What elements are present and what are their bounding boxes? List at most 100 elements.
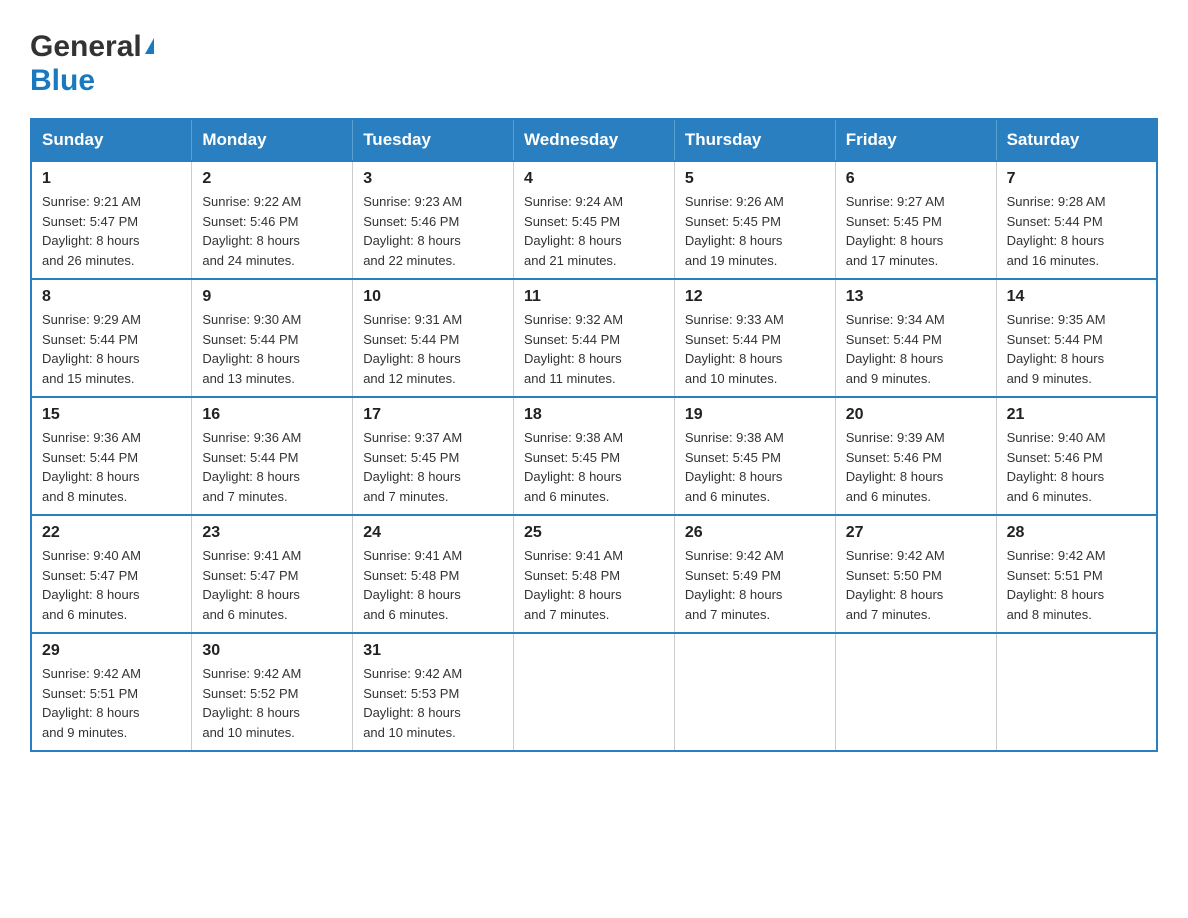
day-info: Sunrise: 9:40 AMSunset: 5:46 PMDaylight:… [1007, 430, 1106, 504]
day-info: Sunrise: 9:42 AMSunset: 5:50 PMDaylight:… [846, 548, 945, 622]
calendar-cell [514, 633, 675, 751]
calendar-cell: 28 Sunrise: 9:42 AMSunset: 5:51 PMDaylig… [996, 515, 1157, 633]
calendar-cell: 17 Sunrise: 9:37 AMSunset: 5:45 PMDaylig… [353, 397, 514, 515]
weekday-header-friday: Friday [835, 119, 996, 161]
day-number: 14 [1007, 288, 1146, 306]
day-info: Sunrise: 9:27 AMSunset: 5:45 PMDaylight:… [846, 194, 945, 268]
weekday-header-thursday: Thursday [674, 119, 835, 161]
day-info: Sunrise: 9:40 AMSunset: 5:47 PMDaylight:… [42, 548, 141, 622]
logo-general-text: General [30, 30, 142, 64]
calendar-cell: 20 Sunrise: 9:39 AMSunset: 5:46 PMDaylig… [835, 397, 996, 515]
calendar-cell: 4 Sunrise: 9:24 AMSunset: 5:45 PMDayligh… [514, 161, 675, 279]
calendar-cell: 22 Sunrise: 9:40 AMSunset: 5:47 PMDaylig… [31, 515, 192, 633]
day-number: 27 [846, 524, 986, 542]
day-number: 29 [42, 642, 181, 660]
calendar-week-row: 29 Sunrise: 9:42 AMSunset: 5:51 PMDaylig… [31, 633, 1157, 751]
calendar-cell: 7 Sunrise: 9:28 AMSunset: 5:44 PMDayligh… [996, 161, 1157, 279]
calendar-week-row: 22 Sunrise: 9:40 AMSunset: 5:47 PMDaylig… [31, 515, 1157, 633]
day-number: 15 [42, 406, 181, 424]
calendar-cell [996, 633, 1157, 751]
day-number: 10 [363, 288, 503, 306]
day-info: Sunrise: 9:42 AMSunset: 5:53 PMDaylight:… [363, 666, 462, 740]
calendar-cell: 26 Sunrise: 9:42 AMSunset: 5:49 PMDaylig… [674, 515, 835, 633]
logo: General Blue [30, 30, 154, 98]
day-info: Sunrise: 9:24 AMSunset: 5:45 PMDaylight:… [524, 194, 623, 268]
day-number: 11 [524, 288, 664, 306]
calendar-cell: 27 Sunrise: 9:42 AMSunset: 5:50 PMDaylig… [835, 515, 996, 633]
calendar-cell: 16 Sunrise: 9:36 AMSunset: 5:44 PMDaylig… [192, 397, 353, 515]
day-info: Sunrise: 9:26 AMSunset: 5:45 PMDaylight:… [685, 194, 784, 268]
day-number: 16 [202, 406, 342, 424]
day-info: Sunrise: 9:32 AMSunset: 5:44 PMDaylight:… [524, 312, 623, 386]
day-info: Sunrise: 9:39 AMSunset: 5:46 PMDaylight:… [846, 430, 945, 504]
day-info: Sunrise: 9:31 AMSunset: 5:44 PMDaylight:… [363, 312, 462, 386]
weekday-header-tuesday: Tuesday [353, 119, 514, 161]
day-number: 4 [524, 170, 664, 188]
calendar-cell: 29 Sunrise: 9:42 AMSunset: 5:51 PMDaylig… [31, 633, 192, 751]
calendar-cell: 11 Sunrise: 9:32 AMSunset: 5:44 PMDaylig… [514, 279, 675, 397]
day-number: 9 [202, 288, 342, 306]
day-info: Sunrise: 9:34 AMSunset: 5:44 PMDaylight:… [846, 312, 945, 386]
day-info: Sunrise: 9:28 AMSunset: 5:44 PMDaylight:… [1007, 194, 1106, 268]
logo-blue-text: Blue [30, 64, 95, 97]
day-info: Sunrise: 9:42 AMSunset: 5:51 PMDaylight:… [42, 666, 141, 740]
calendar-cell [674, 633, 835, 751]
calendar-week-row: 8 Sunrise: 9:29 AMSunset: 5:44 PMDayligh… [31, 279, 1157, 397]
day-number: 21 [1007, 406, 1146, 424]
day-number: 20 [846, 406, 986, 424]
calendar-cell: 14 Sunrise: 9:35 AMSunset: 5:44 PMDaylig… [996, 279, 1157, 397]
weekday-header-saturday: Saturday [996, 119, 1157, 161]
day-number: 25 [524, 524, 664, 542]
weekday-header-sunday: Sunday [31, 119, 192, 161]
calendar-cell: 8 Sunrise: 9:29 AMSunset: 5:44 PMDayligh… [31, 279, 192, 397]
calendar-cell: 18 Sunrise: 9:38 AMSunset: 5:45 PMDaylig… [514, 397, 675, 515]
calendar-table: SundayMondayTuesdayWednesdayThursdayFrid… [30, 118, 1158, 752]
day-number: 17 [363, 406, 503, 424]
day-info: Sunrise: 9:30 AMSunset: 5:44 PMDaylight:… [202, 312, 301, 386]
day-info: Sunrise: 9:23 AMSunset: 5:46 PMDaylight:… [363, 194, 462, 268]
calendar-cell: 25 Sunrise: 9:41 AMSunset: 5:48 PMDaylig… [514, 515, 675, 633]
calendar-cell: 3 Sunrise: 9:23 AMSunset: 5:46 PMDayligh… [353, 161, 514, 279]
day-info: Sunrise: 9:29 AMSunset: 5:44 PMDaylight:… [42, 312, 141, 386]
day-info: Sunrise: 9:42 AMSunset: 5:49 PMDaylight:… [685, 548, 784, 622]
calendar-cell: 13 Sunrise: 9:34 AMSunset: 5:44 PMDaylig… [835, 279, 996, 397]
day-number: 3 [363, 170, 503, 188]
day-info: Sunrise: 9:35 AMSunset: 5:44 PMDaylight:… [1007, 312, 1106, 386]
day-number: 31 [363, 642, 503, 660]
day-info: Sunrise: 9:33 AMSunset: 5:44 PMDaylight:… [685, 312, 784, 386]
day-info: Sunrise: 9:38 AMSunset: 5:45 PMDaylight:… [685, 430, 784, 504]
day-number: 1 [42, 170, 181, 188]
day-info: Sunrise: 9:21 AMSunset: 5:47 PMDaylight:… [42, 194, 141, 268]
calendar-cell: 24 Sunrise: 9:41 AMSunset: 5:48 PMDaylig… [353, 515, 514, 633]
logo-triangle-icon [145, 38, 154, 54]
day-info: Sunrise: 9:41 AMSunset: 5:48 PMDaylight:… [363, 548, 462, 622]
day-info: Sunrise: 9:37 AMSunset: 5:45 PMDaylight:… [363, 430, 462, 504]
calendar-cell: 1 Sunrise: 9:21 AMSunset: 5:47 PMDayligh… [31, 161, 192, 279]
calendar-cell: 21 Sunrise: 9:40 AMSunset: 5:46 PMDaylig… [996, 397, 1157, 515]
day-number: 23 [202, 524, 342, 542]
day-info: Sunrise: 9:38 AMSunset: 5:45 PMDaylight:… [524, 430, 623, 504]
calendar-cell: 23 Sunrise: 9:41 AMSunset: 5:47 PMDaylig… [192, 515, 353, 633]
day-info: Sunrise: 9:41 AMSunset: 5:47 PMDaylight:… [202, 548, 301, 622]
day-number: 18 [524, 406, 664, 424]
day-number: 12 [685, 288, 825, 306]
day-number: 8 [42, 288, 181, 306]
calendar-cell [835, 633, 996, 751]
calendar-cell: 15 Sunrise: 9:36 AMSunset: 5:44 PMDaylig… [31, 397, 192, 515]
calendar-week-row: 1 Sunrise: 9:21 AMSunset: 5:47 PMDayligh… [31, 161, 1157, 279]
day-number: 19 [685, 406, 825, 424]
day-info: Sunrise: 9:42 AMSunset: 5:52 PMDaylight:… [202, 666, 301, 740]
day-number: 13 [846, 288, 986, 306]
day-number: 6 [846, 170, 986, 188]
day-number: 7 [1007, 170, 1146, 188]
page-header: General Blue [30, 30, 1158, 98]
calendar-cell: 5 Sunrise: 9:26 AMSunset: 5:45 PMDayligh… [674, 161, 835, 279]
calendar-cell: 19 Sunrise: 9:38 AMSunset: 5:45 PMDaylig… [674, 397, 835, 515]
calendar-cell: 30 Sunrise: 9:42 AMSunset: 5:52 PMDaylig… [192, 633, 353, 751]
calendar-cell: 6 Sunrise: 9:27 AMSunset: 5:45 PMDayligh… [835, 161, 996, 279]
weekday-header-wednesday: Wednesday [514, 119, 675, 161]
day-number: 22 [42, 524, 181, 542]
day-number: 26 [685, 524, 825, 542]
weekday-header-monday: Monday [192, 119, 353, 161]
calendar-header-row: SundayMondayTuesdayWednesdayThursdayFrid… [31, 119, 1157, 161]
